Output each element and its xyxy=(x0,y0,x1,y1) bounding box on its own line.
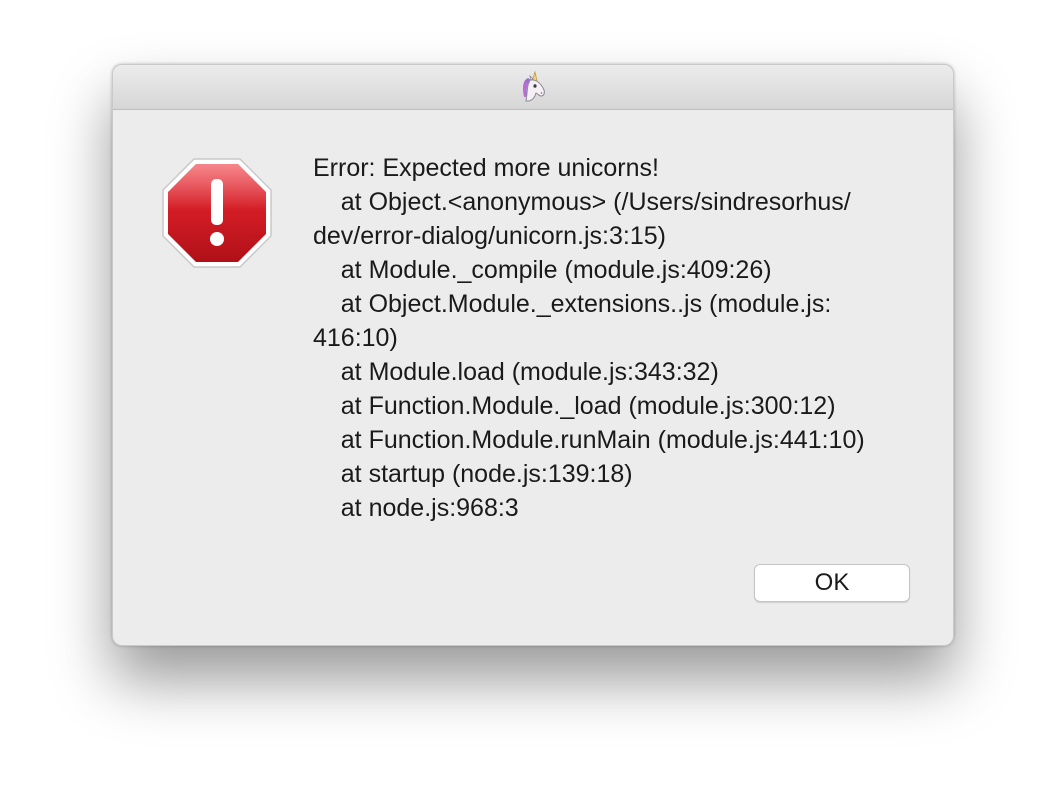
message-line: at Module.load (module.js:343:32) xyxy=(313,358,719,386)
ok-button[interactable]: OK xyxy=(754,564,910,602)
message-line: at Object.Module._extensions..js (module… xyxy=(313,290,832,318)
message-line: at Function.Module.runMain (module.js:44… xyxy=(313,426,865,454)
title-bar[interactable] xyxy=(113,65,953,110)
message-line: at node.js:968:3 xyxy=(313,494,519,522)
stop-sign-exclamation-icon xyxy=(162,158,272,268)
error-message: Error: Expected more unicorns! at Object… xyxy=(313,151,923,525)
message-line: 416:10) xyxy=(313,324,398,352)
message-line: Error: Expected more unicorns! xyxy=(313,154,659,182)
message-line: at Module._compile (module.js:409:26) xyxy=(313,256,772,284)
message-line: at Object.<anonymous> (/Users/sindresorh… xyxy=(313,188,851,216)
screen: Error: Expected more unicorns! at Object… xyxy=(0,0,1064,804)
message-line: at startup (node.js:139:18) xyxy=(313,460,633,488)
error-dialog: Error: Expected more unicorns! at Object… xyxy=(112,64,954,646)
message-line: at Function.Module._load (module.js:300:… xyxy=(313,392,836,420)
unicorn-icon xyxy=(523,70,545,102)
message-line: dev/error-dialog/unicorn.js:3:15) xyxy=(313,222,666,250)
